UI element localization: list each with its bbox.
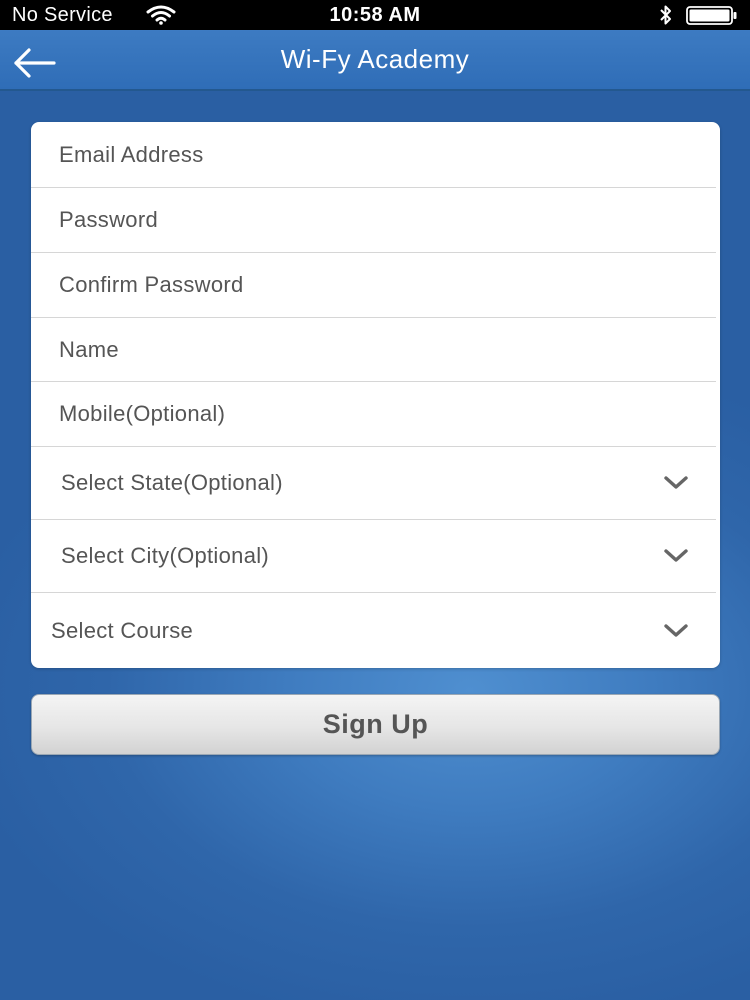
battery-icon bbox=[686, 6, 737, 25]
email-field[interactable] bbox=[31, 122, 716, 187]
sign-up-button[interactable]: Sign Up bbox=[31, 694, 720, 755]
name-row bbox=[31, 318, 716, 382]
confirm-password-field[interactable] bbox=[31, 253, 716, 317]
name-field[interactable] bbox=[31, 318, 716, 381]
mobile-row bbox=[31, 382, 716, 447]
bluetooth-icon bbox=[660, 5, 671, 25]
email-row bbox=[31, 122, 716, 188]
state-select[interactable]: Select State(Optional) bbox=[31, 447, 716, 520]
confirm-password-row bbox=[31, 253, 716, 318]
mobile-field[interactable] bbox=[31, 382, 716, 446]
chevron-down-icon bbox=[664, 549, 688, 562]
signup-form: Select State(Optional) Select City(Optio… bbox=[31, 122, 720, 668]
chevron-down-icon bbox=[664, 623, 688, 637]
course-select-label: Select Course bbox=[51, 617, 194, 643]
page-title: Wi-Fy Academy bbox=[280, 44, 470, 74]
nav-bar: Wi-Fy Academy bbox=[0, 30, 750, 91]
course-select[interactable]: Select Course bbox=[31, 593, 716, 668]
state-select-label: Select State(Optional) bbox=[61, 470, 283, 495]
password-field[interactable] bbox=[31, 188, 716, 252]
chevron-down-icon bbox=[664, 476, 688, 489]
city-select[interactable]: Select City(Optional) bbox=[31, 520, 716, 593]
city-select-label: Select City(Optional) bbox=[61, 543, 270, 568]
password-row bbox=[31, 188, 716, 253]
status-bar: No Service 10:58 AM bbox=[0, 0, 750, 30]
clock-label: 10:58 AM bbox=[329, 4, 421, 26]
